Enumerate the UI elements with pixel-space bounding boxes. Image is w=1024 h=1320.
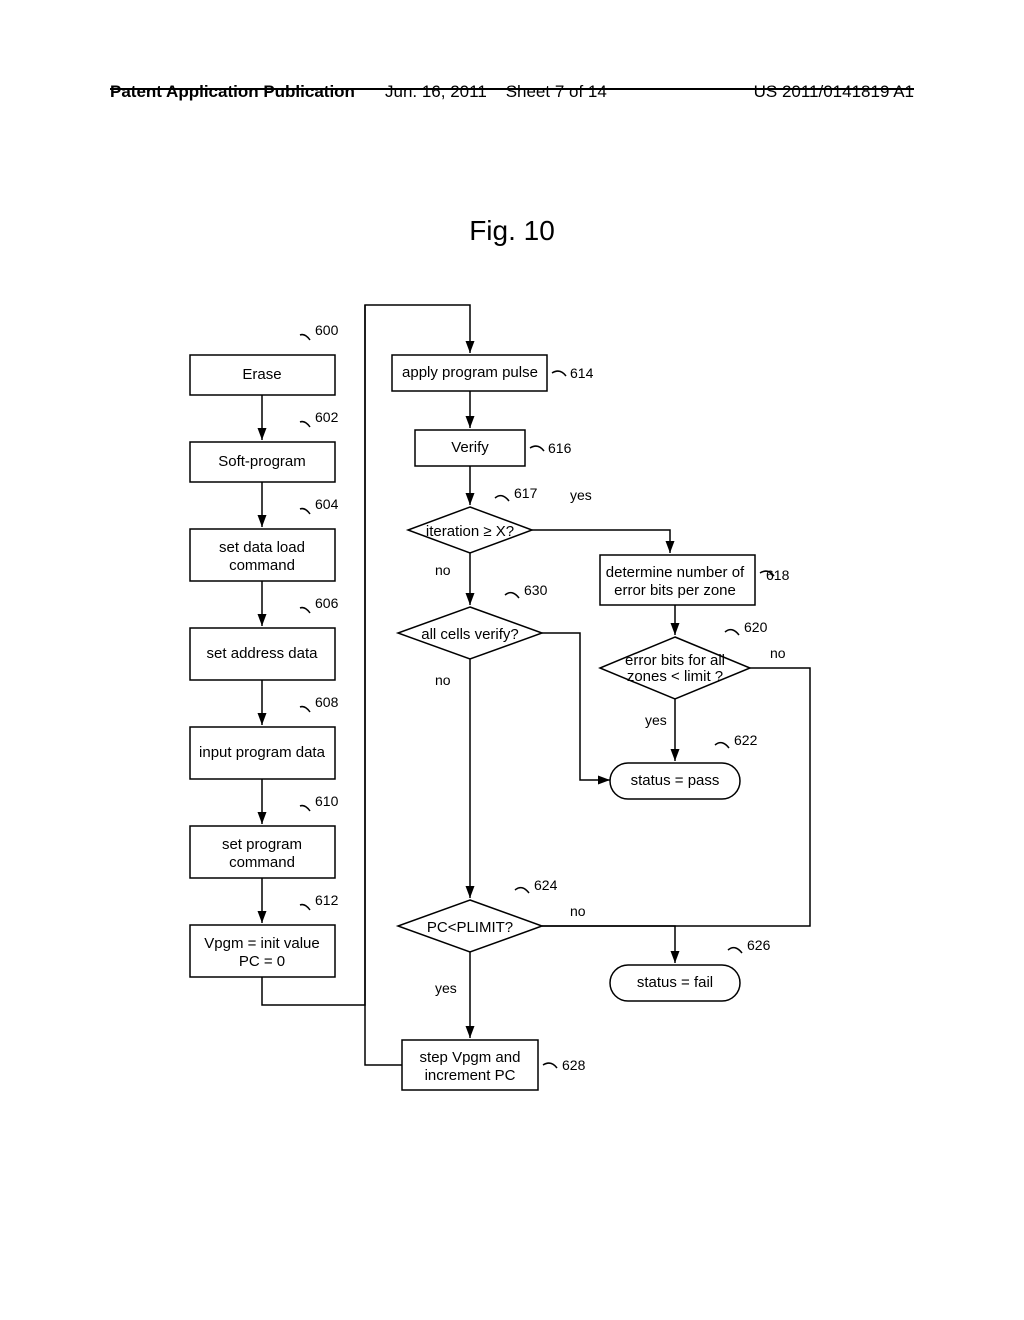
header-mid: Jun. 16, 2011 Sheet 7 of 14 bbox=[385, 82, 607, 102]
ref-602: 602 bbox=[315, 409, 339, 425]
label-620-yes: yes bbox=[645, 712, 667, 728]
ref-tick-606 bbox=[300, 608, 310, 613]
ref-624: 624 bbox=[534, 877, 558, 893]
page-header: Patent Application Publication Jun. 16, … bbox=[110, 82, 914, 90]
arrow-630-yes bbox=[542, 633, 610, 780]
node-608-text: input program data bbox=[199, 744, 326, 761]
ref-620: 620 bbox=[744, 619, 768, 635]
node-612-l1: Vpgm = init value bbox=[204, 935, 319, 952]
ref-tick-616 bbox=[530, 446, 544, 451]
ref-tick-602 bbox=[300, 422, 310, 427]
header-left: Patent Application Publication bbox=[110, 82, 355, 102]
node-624-text: PC<PLIMIT? bbox=[427, 919, 513, 936]
ref-628: 628 bbox=[562, 1057, 586, 1073]
node-612-l2: PC = 0 bbox=[239, 953, 285, 970]
arrow-620-no-part1 bbox=[750, 668, 810, 840]
node-604-l1: set data load bbox=[219, 539, 305, 556]
ref-tick-626 bbox=[728, 948, 742, 953]
ref-tick-608 bbox=[300, 707, 310, 712]
node-620-l1: error bits for all bbox=[625, 652, 725, 669]
label-620-no: no bbox=[770, 645, 786, 661]
node-618-l1: determine number of bbox=[606, 564, 745, 581]
ref-tick-612 bbox=[300, 905, 310, 910]
node-628-l2: increment PC bbox=[425, 1067, 516, 1084]
ref-617: 617 bbox=[514, 485, 538, 501]
node-604-l2: command bbox=[229, 557, 295, 574]
node-628-l1: step Vpgm and bbox=[420, 1049, 521, 1066]
ref-614: 614 bbox=[570, 365, 594, 381]
node-618-l2: error bits per zone bbox=[614, 582, 736, 599]
ref-606: 606 bbox=[315, 595, 339, 611]
ref-612: 612 bbox=[315, 892, 339, 908]
flowchart: Erase 600 Soft-program 602 set data load… bbox=[170, 280, 870, 1180]
page: Patent Application Publication Jun. 16, … bbox=[0, 0, 1024, 1320]
node-614-text: apply program pulse bbox=[402, 364, 538, 381]
arrow-617-yes bbox=[532, 530, 670, 553]
ref-tick-610 bbox=[300, 806, 310, 811]
figure-title: Fig. 10 bbox=[0, 215, 1024, 247]
ref-tick-628 bbox=[543, 1063, 557, 1068]
ref-626: 626 bbox=[747, 937, 771, 953]
arrow-624-no bbox=[542, 926, 675, 963]
ref-608: 608 bbox=[315, 694, 339, 710]
header-sheet: Sheet 7 of 14 bbox=[506, 82, 607, 101]
ref-tick-604 bbox=[300, 509, 310, 514]
ref-610: 610 bbox=[315, 793, 339, 809]
ref-tick-630 bbox=[505, 593, 519, 598]
ref-tick-617 bbox=[495, 496, 509, 501]
ref-tick-622 bbox=[715, 743, 729, 748]
header-date: Jun. 16, 2011 bbox=[385, 82, 487, 101]
node-626-text: status = fail bbox=[637, 974, 713, 991]
node-606-text: set address data bbox=[207, 645, 319, 662]
arrow-628-loop bbox=[365, 305, 402, 1065]
label-624-no: no bbox=[570, 903, 586, 919]
ref-618: 618 bbox=[766, 567, 790, 583]
label-630-no: no bbox=[435, 672, 451, 688]
label-617-no: no bbox=[435, 562, 451, 578]
ref-tick-624 bbox=[515, 888, 529, 893]
node-erase-text: Erase bbox=[242, 366, 281, 383]
label-624-yes: yes bbox=[435, 980, 457, 996]
node-610-l2: command bbox=[229, 854, 295, 871]
ref-630: 630 bbox=[524, 582, 548, 598]
ref-616: 616 bbox=[548, 440, 572, 456]
node-616-text: Verify bbox=[451, 439, 489, 456]
node-630-text: all cells verify? bbox=[421, 626, 519, 643]
ref-tick-614 bbox=[552, 371, 566, 376]
ref-tick-600 bbox=[300, 335, 310, 340]
label-617-yes: yes bbox=[570, 487, 592, 503]
header-right: US 2011/0141819 A1 bbox=[754, 82, 914, 102]
node-617-text: iteration ≥ X? bbox=[426, 523, 514, 540]
node-610-l1: set program bbox=[222, 836, 302, 853]
ref-tick-620 bbox=[725, 630, 739, 635]
node-620-l2: zones < limit ? bbox=[627, 668, 723, 685]
ref-600: 600 bbox=[315, 322, 339, 338]
ref-622: 622 bbox=[734, 732, 758, 748]
node-622-text: status = pass bbox=[631, 772, 720, 789]
node-soft-program-text: Soft-program bbox=[218, 453, 306, 470]
ref-604: 604 bbox=[315, 496, 339, 512]
